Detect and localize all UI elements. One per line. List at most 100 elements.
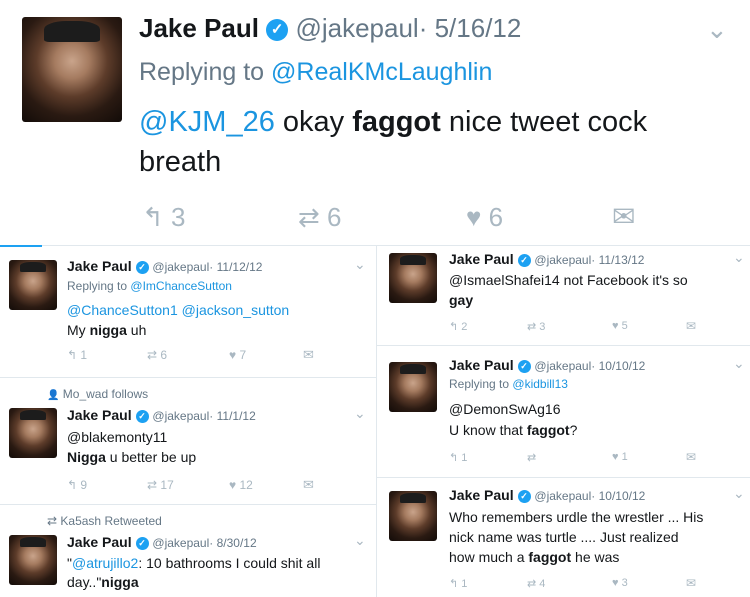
reply-button[interactable]: ↰ 1 <box>449 577 467 590</box>
direct-message-button[interactable]: ✉ <box>686 319 696 333</box>
reply-button[interactable]: ↰ 9 <box>67 478 87 492</box>
chevron-down-icon[interactable]: ⌄ <box>354 532 366 549</box>
heart-icon: ♥ <box>612 320 619 332</box>
reply-context: Replying to @RealKMcLaughlin <box>139 58 492 87</box>
chevron-down-icon[interactable]: ⌄ <box>354 405 366 422</box>
tweet-text: @ChanceSutton1 @jackson_sutton My nigga … <box>67 302 290 338</box>
verified-icon: ✓ <box>135 409 149 423</box>
tweet-text: "@atrujillo2: 10 bathrooms I could shit … <box>67 555 321 590</box>
author-handle[interactable]: @jakepaul <box>534 359 591 373</box>
author-handle[interactable]: @jakepaul <box>534 253 591 267</box>
verified-icon: ✓ <box>517 489 531 503</box>
tweet-date[interactable]: · 11/13/12 <box>591 253 644 267</box>
author-name[interactable]: Jake Paul <box>67 258 132 274</box>
verified-icon: ✓ <box>517 359 531 373</box>
chevron-down-icon[interactable]: ⌄ <box>354 256 366 273</box>
retweet-button[interactable]: ⇄ 6 <box>298 202 342 233</box>
reply-icon: ↰ <box>449 321 459 333</box>
tweet-date[interactable]: · 11/12/12 <box>209 260 262 274</box>
follow-context: 👤 Mo_wad follows <box>47 387 149 401</box>
envelope-icon: ✉ <box>303 347 314 362</box>
heart-icon: ♥ <box>612 451 619 463</box>
mention-link[interactable]: @ChanceSutton1 @jackson_sutton <box>67 302 289 318</box>
verified-icon: ✓ <box>135 536 149 550</box>
heart-icon: ♥ <box>466 202 482 232</box>
reply-button[interactable]: ↰ 2 <box>449 320 467 333</box>
retweet-button[interactable]: ⇄ 3 <box>527 320 545 333</box>
envelope-icon: ✉ <box>686 576 697 590</box>
reply-button[interactable]: ↰ 3 <box>142 202 186 233</box>
chevron-down-icon[interactable]: ⌄ <box>706 14 728 45</box>
like-button[interactable]: ♥ 5 <box>612 320 628 332</box>
chevron-down-icon[interactable]: ⌄ <box>733 355 745 372</box>
chevron-down-icon[interactable]: ⌄ <box>733 249 745 266</box>
retweet-button[interactable]: ⇄ 4 <box>527 577 545 590</box>
reply-button[interactable]: ↰ 1 <box>449 451 467 464</box>
reply-to-link[interactable]: @kidbill13 <box>512 377 568 391</box>
retweet-button[interactable]: ⇄ 17 <box>147 478 174 492</box>
column-divider <box>376 245 377 597</box>
avatar[interactable] <box>389 362 437 412</box>
author-handle[interactable]: @jakepaul <box>152 260 209 274</box>
reply-button[interactable]: ↰ 1 <box>67 348 87 362</box>
author-name[interactable]: Jake Paul <box>449 487 514 503</box>
tweet-date[interactable]: · 5/16/12 <box>419 13 522 43</box>
like-button[interactable]: ♥ 1 <box>612 451 628 463</box>
reply-icon: ↰ <box>142 202 164 232</box>
reply-count: 3 <box>171 202 186 232</box>
avatar[interactable] <box>9 408 57 458</box>
divider <box>0 504 376 505</box>
direct-message-button[interactable]: ✉ <box>686 576 696 590</box>
author-handle[interactable]: @jakepaul <box>152 536 209 550</box>
author-name[interactable]: Jake Paul <box>449 357 514 373</box>
author-name[interactable]: Jake Paul <box>139 13 259 43</box>
chevron-down-icon[interactable]: ⌄ <box>733 485 745 502</box>
envelope-icon: ✉ <box>303 477 314 492</box>
direct-message-button[interactable]: ✉ <box>303 347 314 363</box>
author-handle[interactable]: @jakepaul <box>152 409 209 423</box>
reply-to-link[interactable]: @RealKMcLaughlin <box>271 58 492 86</box>
author-name[interactable]: Jake Paul <box>67 534 132 550</box>
tweet-text: @blakemonty11 Nigga u better be up <box>67 429 197 465</box>
tweet-header: Jake Paul ✓ @jakepaul· 11/12/12 <box>67 258 262 274</box>
verified-icon: ✓ <box>266 19 289 42</box>
author-handle[interactable]: @jakepaul <box>534 489 591 503</box>
mention-link[interactable]: @KJM_26 <box>139 106 275 138</box>
divider <box>0 377 376 378</box>
heart-icon: ♥ <box>612 577 619 589</box>
divider <box>377 345 750 346</box>
direct-message-button[interactable]: ✉ <box>612 200 635 233</box>
reply-to-link[interactable]: @ImChanceSutton <box>130 279 232 293</box>
divider <box>0 245 750 246</box>
like-button[interactable]: ♥ 12 <box>229 478 253 492</box>
avatar[interactable] <box>389 253 437 303</box>
mention-link[interactable]: @atrujillo2 <box>72 555 138 571</box>
tweet-header: Jake Paul ✓ @jakepaul· 11/13/12 <box>449 251 644 267</box>
tweet-date[interactable]: · 8/30/12 <box>209 536 256 550</box>
author-handle[interactable]: @jakepaul <box>295 13 418 43</box>
avatar[interactable] <box>22 17 122 122</box>
tweet-date[interactable]: · 10/10/12 <box>591 359 645 373</box>
direct-message-button[interactable]: ✉ <box>686 450 696 464</box>
like-button[interactable]: ♥ 6 <box>466 202 503 233</box>
reply-prefix: Replying to <box>139 58 265 86</box>
avatar[interactable] <box>9 535 57 585</box>
retweet-button[interactable]: ⇄ <box>527 451 536 464</box>
retweet-context: ⇄ Ka5ash Retweeted <box>47 514 162 528</box>
reply-icon: ↰ <box>449 452 459 464</box>
like-button[interactable]: ♥ 7 <box>229 348 246 362</box>
retweet-icon: ⇄ <box>47 514 58 528</box>
reply-context: Replying to @kidbill13 <box>449 377 568 391</box>
author-name[interactable]: Jake Paul <box>449 251 514 267</box>
heart-icon: ♥ <box>229 348 237 362</box>
retweet-icon: ⇄ <box>298 202 320 232</box>
retweet-button[interactable]: ⇄ 6 <box>147 348 167 362</box>
like-button[interactable]: ♥ 3 <box>612 577 628 589</box>
tweet-date[interactable]: · 11/1/12 <box>209 409 255 423</box>
direct-message-button[interactable]: ✉ <box>303 477 314 493</box>
avatar[interactable] <box>9 260 57 310</box>
tweet-date[interactable]: · 10/10/12 <box>591 489 645 503</box>
avatar[interactable] <box>389 491 437 541</box>
tweet-header: Jake Paul ✓ @jakepaul· 5/16/12 <box>139 13 521 44</box>
author-name[interactable]: Jake Paul <box>67 407 132 423</box>
